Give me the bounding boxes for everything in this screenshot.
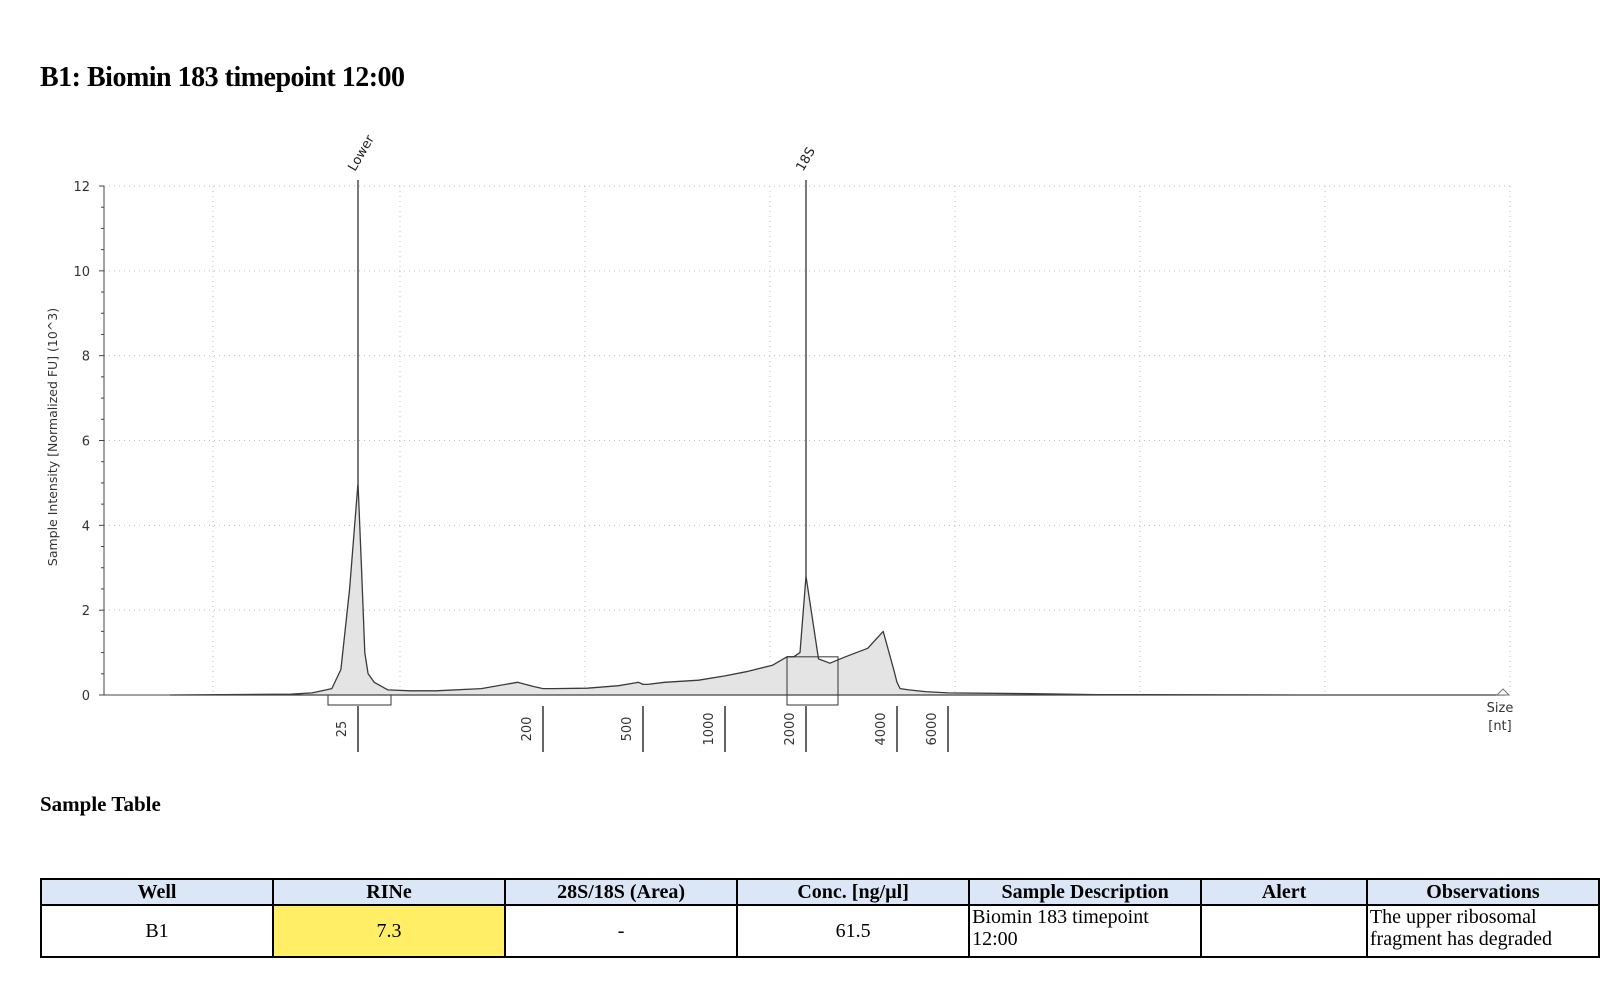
x-axis-label: [nt] — [1488, 719, 1511, 734]
header-observations: Observations — [1365, 878, 1601, 906]
peak-label: Lower — [345, 132, 378, 174]
x-axis-arrow — [1495, 688, 1511, 696]
table-header-row: Well RINe 28S/18S (Area) Conc. [ng/µl] S… — [39, 878, 1601, 906]
y-tick-label: 0 — [82, 689, 90, 704]
x-tick-label: 1000 — [702, 712, 717, 745]
header-well: Well — [39, 878, 275, 906]
x-tick-label: 4000 — [874, 712, 889, 745]
header-description: Sample Description — [968, 878, 1203, 906]
header-rine: RINe — [272, 878, 507, 906]
header-alert: Alert — [1200, 878, 1368, 906]
y-tick-label: 12 — [73, 180, 90, 195]
y-tick-label: 8 — [82, 350, 90, 365]
y-axis-label: Sample Intensity [Normalized FU] (10^3) — [45, 308, 60, 566]
y-tick-label: 2 — [82, 604, 90, 619]
cell-observations: The upper ribosomal fragment has degrade… — [1365, 904, 1601, 958]
cell-ratio: - — [504, 904, 739, 958]
y-tick-label: 6 — [82, 435, 90, 450]
electropherogram-chart: 0 2 4 6 8 10 12 25 200 500 1000 2000 4000 6000 Sample … — [45, 132, 1513, 752]
x-tick-label: 500 — [620, 717, 635, 742]
chart-area — [169, 482, 1506, 706]
x-tick-label: 200 — [520, 717, 535, 742]
cell-alert — [1200, 904, 1368, 958]
peak-label: 18S — [793, 145, 818, 174]
header-ratio: 28S/18S (Area) — [504, 878, 739, 906]
x-tick-label: 2000 — [783, 712, 798, 745]
cell-conc: 61.5 — [736, 904, 971, 958]
x-tick-label: 6000 — [925, 712, 940, 745]
sample-table-title: Sample Table — [40, 792, 161, 816]
cell-description: Biomin 183 timepoint 12:00 — [968, 904, 1203, 958]
header-conc: Conc. [ng/µl] — [736, 878, 971, 906]
sample-table: Well RINe 28S/18S (Area) Conc. [ng/µl] S… — [39, 878, 1601, 958]
table-row: B1 7.3 - 61.5 Biomin 183 timepoint 12:00… — [39, 904, 1601, 958]
cell-rine: 7.3 — [272, 904, 507, 958]
y-tick-label: 10 — [73, 265, 90, 280]
x-axis-label: Size — [1487, 701, 1514, 716]
y-tick-label: 4 — [82, 519, 90, 534]
cell-well: B1 — [39, 904, 275, 958]
peak-box-lower — [327, 694, 392, 706]
chart-labels: 0 2 4 6 8 10 12 25 200 500 1000 2000 4000 6000 Sample … — [45, 132, 1513, 745]
x-tick-label: 25 — [335, 721, 350, 738]
